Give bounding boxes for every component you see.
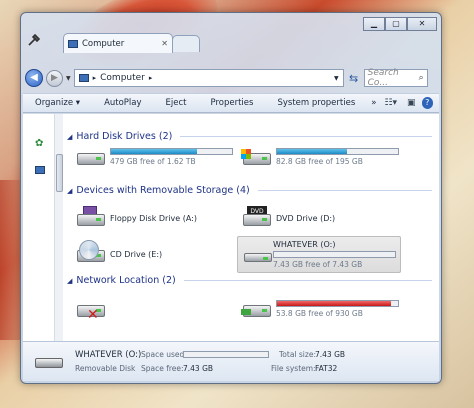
- minimize-button[interactable]: ▁: [363, 17, 385, 31]
- group-divider: [257, 190, 432, 191]
- navigation-bar: ◀ ▶ ▼ ▸ Computer ▸ ▼ ⇆ Search Co... ⌕: [23, 63, 439, 93]
- explorer-window: Computer ✕ ▁ ▢ ✕ ◀ ▶ ▼ ▸ Computer ▸ ▼ ⇆ …: [20, 12, 442, 384]
- drive-label: WHATEVER (O:): [273, 240, 336, 249]
- file-system-value: FAT32: [315, 364, 338, 373]
- group-hard-disk[interactable]: ◢ Hard Disk Drives (2): [67, 131, 432, 142]
- total-size-value: 7.43 GB: [315, 350, 346, 359]
- drive-hdd2[interactable]: 82.8 GB free of 195 GB: [241, 145, 399, 169]
- recent-pages-icon[interactable]: ▼: [66, 75, 71, 82]
- hard-disk-icon: [241, 145, 271, 169]
- drive-floppy[interactable]: Floppy Disk Drive (A:): [75, 206, 197, 230]
- system-properties-button[interactable]: System properties: [265, 98, 367, 108]
- navigation-pane: ✿: [23, 114, 63, 341]
- group-removable-label: Devices with Removable Storage (4): [76, 185, 250, 196]
- usage-bar: [276, 300, 399, 307]
- tab-title: Computer: [82, 38, 125, 49]
- tab-close-icon[interactable]: ✕: [161, 39, 168, 48]
- caption-buttons: ▁ ▢ ✕: [363, 17, 437, 31]
- tools-icon[interactable]: [27, 33, 41, 47]
- group-network[interactable]: ◢ Network Location (2): [67, 275, 432, 286]
- breadcrumb-computer[interactable]: Computer: [100, 73, 145, 83]
- nav-scrollbar[interactable]: [54, 114, 63, 341]
- usage-bar: [276, 148, 399, 155]
- refresh-icon[interactable]: ⇆: [347, 72, 361, 85]
- windows-logo-icon: [241, 149, 251, 159]
- details-type: Removable Disk: [75, 364, 136, 373]
- drive-label: DVD Drive (D:): [276, 213, 336, 223]
- computer-icon: [78, 74, 89, 82]
- drive-network2[interactable]: 53.8 GB free of 930 GB: [241, 297, 399, 321]
- homegroup-icon[interactable]: ✿: [35, 138, 43, 149]
- collapse-icon[interactable]: ◢: [67, 187, 72, 195]
- breadcrumb-arrow-icon[interactable]: ▸: [149, 74, 153, 82]
- free-space-text: 53.8 GB free of 930 GB: [276, 309, 363, 318]
- hard-disk-icon: [75, 145, 105, 169]
- details-name: WHATEVER (O:): [75, 350, 142, 360]
- space-used-label: Space used:: [141, 350, 187, 359]
- space-free-value: 7.43 GB: [183, 364, 214, 373]
- scrollbar-thumb[interactable]: [56, 154, 63, 192]
- maximize-button[interactable]: ▢: [385, 17, 407, 31]
- free-space-text: 479 GB free of 1.62 TB: [110, 157, 196, 166]
- drive-dvd[interactable]: DVD DVD Drive (D:): [241, 206, 335, 230]
- usb-drive-icon: [35, 358, 63, 368]
- group-network-label: Network Location (2): [76, 275, 176, 286]
- group-divider: [180, 136, 432, 137]
- new-tab-button[interactable]: [172, 35, 200, 52]
- content-area: ✿ ◢ Hard Disk Drives (2) 479 GB free of …: [23, 114, 439, 341]
- details-usage-bar: [183, 351, 269, 358]
- preview-pane-icon[interactable]: ▣: [401, 98, 422, 108]
- floppy-icon: [75, 206, 105, 230]
- usb-drive-icon: [242, 243, 272, 267]
- collapse-icon[interactable]: ◢: [67, 277, 72, 285]
- address-dropdown-icon[interactable]: ▼: [334, 75, 339, 82]
- usage-fill: [277, 149, 348, 154]
- computer-icon: [68, 39, 78, 48]
- tab-computer[interactable]: Computer ✕: [63, 33, 173, 53]
- dvd-icon: DVD: [241, 206, 271, 230]
- title-area: Computer ✕ ▁ ▢ ✕: [21, 13, 441, 63]
- drive-cd[interactable]: CD Drive (E:): [75, 240, 163, 266]
- network-drive-icon: [241, 297, 271, 321]
- view-icon[interactable]: ☷▾: [380, 98, 401, 108]
- forward-icon[interactable]: ▶: [46, 69, 63, 87]
- usage-bar: [110, 148, 233, 155]
- autoplay-button[interactable]: AutoPlay: [92, 98, 153, 108]
- group-removable[interactable]: ◢ Devices with Removable Storage (4): [67, 185, 432, 196]
- back-icon[interactable]: ◀: [25, 69, 43, 87]
- group-divider: [183, 280, 432, 281]
- space-free-label: Space free:: [141, 364, 184, 373]
- free-space-text: 82.8 GB free of 195 GB: [276, 157, 363, 166]
- free-space-text: 7.43 GB free of 7.43 GB: [273, 260, 363, 269]
- usage-bar: [273, 251, 396, 258]
- search-input[interactable]: Search Co... ⌕: [363, 68, 428, 88]
- drive-usb-selected[interactable]: WHATEVER (O:) 7.43 GB free of 7.43 GB: [237, 236, 401, 273]
- usage-fill: [277, 301, 391, 306]
- cd-icon: [75, 240, 105, 266]
- details-pane: WHATEVER (O:) Removable Disk Space used:…: [23, 341, 439, 381]
- usage-fill: [111, 149, 197, 154]
- file-system-label: File system:: [271, 364, 316, 373]
- collapse-icon[interactable]: ◢: [67, 133, 72, 141]
- more-commands-button[interactable]: »: [367, 98, 380, 108]
- computer-nav-icon[interactable]: [35, 166, 45, 174]
- search-placeholder: Search Co...: [367, 68, 399, 88]
- total-size-label: Total size:: [279, 350, 316, 359]
- group-hard-disk-label: Hard Disk Drives (2): [76, 131, 173, 142]
- search-icon: ⌕: [418, 73, 424, 83]
- drive-label: CD Drive (E:): [110, 249, 163, 259]
- drive-hdd1[interactable]: 479 GB free of 1.62 TB: [75, 145, 233, 169]
- eject-button[interactable]: Eject: [154, 98, 199, 108]
- properties-button[interactable]: Properties: [199, 98, 266, 108]
- organize-button[interactable]: Organize ▾: [23, 98, 92, 108]
- drive-network1[interactable]: ✕: [75, 297, 105, 323]
- breadcrumb-arrow-icon[interactable]: ▸: [93, 74, 97, 82]
- network-drive-disconnected-icon: ✕: [75, 297, 105, 323]
- command-bar: Organize ▾ AutoPlay Eject Properties Sys…: [23, 93, 439, 113]
- close-button[interactable]: ✕: [407, 17, 437, 31]
- drive-label: Floppy Disk Drive (A:): [110, 213, 198, 223]
- help-icon[interactable]: ?: [421, 97, 433, 109]
- address-bar[interactable]: ▸ Computer ▸ ▼: [73, 69, 344, 87]
